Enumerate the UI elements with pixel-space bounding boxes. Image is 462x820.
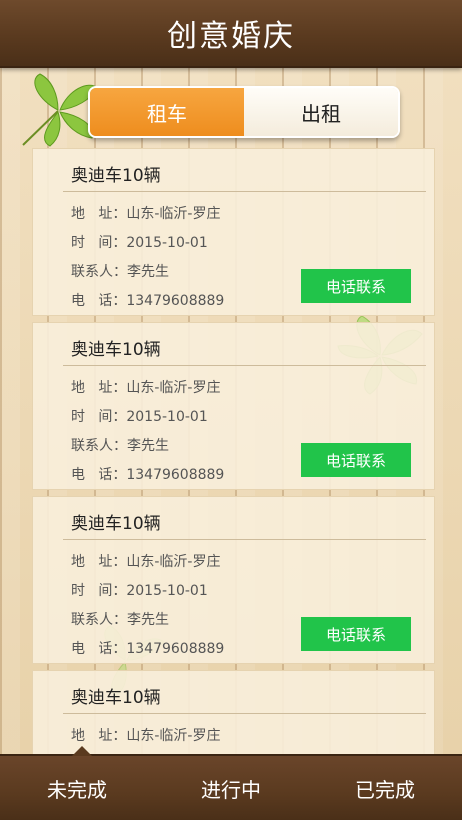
app-header: 创意婚庆 xyxy=(0,0,462,68)
list-item: 奥迪车10辆 地 址：山东-临沂-罗庄 xyxy=(32,670,435,756)
tab-bar: 租车 出租 xyxy=(88,86,400,138)
nav-item-completed[interactable]: 已完成 xyxy=(355,774,415,803)
address-row: 地 址：山东-临沂-罗庄 xyxy=(71,203,220,223)
call-button[interactable]: 电话联系 xyxy=(301,617,411,651)
time-label: 时 间： xyxy=(71,583,127,599)
page-title: 创意婚庆 xyxy=(167,19,295,54)
phone-value: 13479608889 xyxy=(126,293,225,309)
address-label: 地 址： xyxy=(71,554,127,570)
card-title: 奥迪车10辆 xyxy=(71,688,161,708)
address-value: 山东-临沂-罗庄 xyxy=(126,206,221,222)
phone-row: 电 话：13479608889 xyxy=(71,638,224,658)
divider xyxy=(63,713,426,714)
tab-rent-car[interactable]: 租车 xyxy=(90,88,244,136)
card-title: 奥迪车10辆 xyxy=(71,514,161,534)
phone-label: 电 话： xyxy=(71,293,127,309)
contact-value: 李先生 xyxy=(127,264,169,280)
address-row: 地 址：山东-临沂-罗庄 xyxy=(71,725,220,745)
phone-value: 13479608889 xyxy=(126,641,225,657)
phone-value: 13479608889 xyxy=(126,467,225,483)
phone-row: 电 话：13479608889 xyxy=(71,464,224,484)
contact-label: 联系人： xyxy=(71,264,127,280)
time-value: 2015-10-01 xyxy=(126,583,208,599)
time-value: 2015-10-01 xyxy=(126,235,208,251)
list-item: 奥迪车10辆 地 址：山东-临沂-罗庄 时 间：2015-10-01 联系人：李… xyxy=(32,496,435,664)
address-row: 地 址：山东-临沂-罗庄 xyxy=(71,551,220,571)
time-label: 时 间： xyxy=(71,235,127,251)
phone-label: 电 话： xyxy=(71,641,127,657)
card-title: 奥迪车10辆 xyxy=(71,166,161,186)
address-row: 地 址：山东-临沂-罗庄 xyxy=(71,377,220,397)
address-label: 地 址： xyxy=(71,206,127,222)
tab-lease-out[interactable]: 出租 xyxy=(244,88,398,136)
divider xyxy=(63,365,426,366)
address-label: 地 址： xyxy=(71,380,127,396)
call-button[interactable]: 电话联系 xyxy=(301,443,411,477)
time-label: 时 间： xyxy=(71,409,127,425)
time-row: 时 间：2015-10-01 xyxy=(71,580,208,600)
nav-item-pending[interactable]: 未完成 xyxy=(47,774,107,803)
phone-label: 电 话： xyxy=(71,467,127,483)
contact-value: 李先生 xyxy=(127,612,169,628)
phone-row: 电 话：13479608889 xyxy=(71,290,224,310)
address-value: 山东-临沂-罗庄 xyxy=(126,728,221,744)
divider xyxy=(63,539,426,540)
contact-label: 联系人： xyxy=(71,438,127,454)
call-button[interactable]: 电话联系 xyxy=(301,269,411,303)
divider xyxy=(63,191,426,192)
contact-row: 联系人：李先生 xyxy=(71,435,169,455)
address-value: 山东-临沂-罗庄 xyxy=(126,380,221,396)
nav-item-in-progress[interactable]: 进行中 xyxy=(201,774,261,803)
card-title: 奥迪车10辆 xyxy=(71,340,161,360)
car-list[interactable]: 奥迪车10辆 地 址：山东-临沂-罗庄 时 间：2015-10-01 联系人：李… xyxy=(32,148,435,756)
contact-row: 联系人：李先生 xyxy=(71,261,169,281)
list-item: 奥迪车10辆 地 址：山东-临沂-罗庄 时 间：2015-10-01 联系人：李… xyxy=(32,148,435,316)
selected-indicator xyxy=(72,746,92,756)
address-value: 山东-临沂-罗庄 xyxy=(126,554,221,570)
time-row: 时 间：2015-10-01 xyxy=(71,232,208,252)
contact-value: 李先生 xyxy=(127,438,169,454)
contact-label: 联系人： xyxy=(71,612,127,628)
time-row: 时 间：2015-10-01 xyxy=(71,406,208,426)
contact-row: 联系人：李先生 xyxy=(71,609,169,629)
time-value: 2015-10-01 xyxy=(126,409,208,425)
address-label: 地 址： xyxy=(71,728,127,744)
bottom-nav: 未完成 进行中 已完成 xyxy=(0,746,462,820)
list-item: 奥迪车10辆 地 址：山东-临沂-罗庄 时 间：2015-10-01 联系人：李… xyxy=(32,322,435,490)
